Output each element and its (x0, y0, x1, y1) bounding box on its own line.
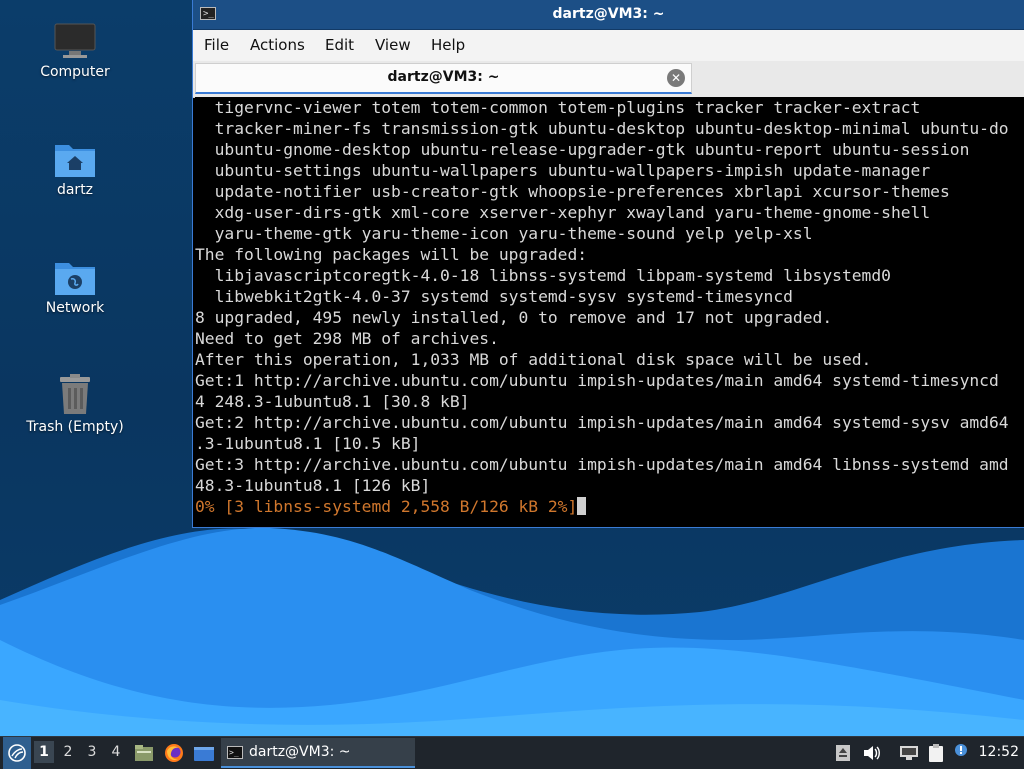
terminal-line: ubuntu-gnome-desktop ubuntu-release-upgr… (195, 140, 970, 159)
desktop-icon-label: Trash (Empty) (26, 419, 124, 435)
terminal-line: 48.3-1ubuntu8.1 [126 kB] (195, 476, 431, 495)
window-title: dartz@VM3: ~ (552, 6, 665, 22)
terminal-line: The following packages will be upgraded: (195, 245, 588, 264)
workspace-3[interactable]: 3 (82, 744, 102, 760)
terminal-line: xdg-user-dirs-gtk xml-core xserver-xephy… (195, 203, 931, 222)
desktop-icon-home[interactable]: dartz (20, 140, 130, 198)
tab-title: dartz@VM3: ~ (387, 69, 500, 85)
file-manager-icon[interactable] (134, 744, 154, 762)
desktop-icon-computer[interactable]: Computer (20, 22, 130, 80)
network-folder-icon (55, 263, 95, 295)
network-status-icon[interactable] (899, 744, 919, 762)
monitor-icon (54, 23, 96, 58)
clipboard-icon[interactable] (927, 743, 945, 763)
close-tab-icon[interactable]: ✕ (667, 69, 685, 87)
terminal-line: 4 248.3-1ubuntu8.1 [30.8 kB] (195, 392, 470, 411)
workspace-1[interactable]: 1 (34, 741, 54, 763)
taskbar-item-label: dartz@VM3: ~ (249, 744, 351, 760)
terminal-line: 8 upgraded, 495 newly installed, 0 to re… (195, 308, 833, 327)
menu-actions[interactable]: Actions (250, 36, 305, 54)
window-titlebar[interactable]: >_ dartz@VM3: ~ (193, 0, 1024, 30)
menu-help[interactable]: Help (431, 36, 465, 54)
taskbar: 1 2 3 4 >_ dartz@VM3: ~ 12:52 (0, 736, 1024, 769)
terminal-line: .3-1ubuntu8.1 [10.5 kB] (195, 434, 421, 453)
progress-line: 0% [3 libnss-systemd 2,558 B/126 kB 2%] (195, 497, 578, 516)
terminal-output[interactable]: tigervnc-viewer totem totem-common totem… (195, 97, 1024, 524)
clock[interactable]: 12:52 (979, 744, 1019, 760)
lubuntu-logo-icon (8, 744, 26, 762)
menu-edit[interactable]: Edit (325, 36, 354, 54)
desktop-icon-trash[interactable]: Trash (Empty) (20, 373, 130, 435)
desktop: Computer dartz Network Trash (Empty) >_ … (0, 0, 1024, 736)
terminal-line: Get:1 http://archive.ubuntu.com/ubuntu i… (195, 371, 999, 390)
terminal-line: Need to get 298 MB of archives. (195, 329, 499, 348)
home-folder-icon (55, 145, 95, 177)
terminal-app-icon: >_ (227, 746, 243, 759)
tab-terminal[interactable]: dartz@VM3: ~ ✕ (195, 63, 692, 94)
notification-icon[interactable] (953, 742, 969, 760)
terminal-line: libjavascriptcoregtk-4.0-18 libnss-syste… (195, 266, 891, 285)
terminal-line: Get:2 http://archive.ubuntu.com/ubuntu i… (195, 413, 1009, 432)
workspace-4[interactable]: 4 (106, 744, 126, 760)
terminal-cursor (577, 497, 587, 515)
menu-file[interactable]: File (204, 36, 229, 54)
volume-icon[interactable] (862, 744, 882, 762)
terminal-line: Get:3 http://archive.ubuntu.com/ubuntu i… (195, 455, 1009, 474)
workspace-2[interactable]: 2 (58, 744, 78, 760)
terminal-window[interactable]: >_ dartz@VM3: ~ File Actions Edit View H… (193, 0, 1024, 527)
menu-view[interactable]: View (375, 36, 411, 54)
terminal-line: After this operation, 1,033 MB of additi… (195, 350, 872, 369)
taskbar-item-terminal[interactable]: >_ dartz@VM3: ~ (221, 738, 415, 768)
desktop-icon-label: Network (45, 300, 105, 316)
desktop-icon-label: dartz (56, 182, 94, 198)
terminal-line: update-notifier usb-creator-gtk whoopsie… (195, 182, 950, 201)
start-menu-button[interactable] (3, 737, 31, 769)
terminal-line: libwebkit2gtk-4.0-37 systemd systemd-sys… (195, 287, 793, 306)
terminal-line: yaru-theme-gtk yaru-theme-icon yaru-them… (195, 224, 813, 243)
trash-icon (60, 374, 90, 414)
terminal-line: ubuntu-settings ubuntu-wallpapers ubuntu… (195, 161, 931, 180)
terminal-text: tigervnc-viewer totem totem-common totem… (195, 97, 1024, 517)
desktop-icon-label: Computer (40, 64, 110, 80)
show-desktop-icon[interactable] (193, 745, 215, 763)
desktop-icon-network[interactable]: Network (20, 258, 130, 316)
terminal-line: tigervnc-viewer totem totem-common totem… (195, 98, 921, 117)
menu-bar: File Actions Edit View Help (193, 30, 1024, 61)
tab-bar: dartz@VM3: ~ ✕ (193, 61, 1024, 98)
updates-icon[interactable] (835, 744, 851, 762)
terminal-line: tracker-miner-fs transmission-gtk ubuntu… (195, 119, 1009, 138)
firefox-icon[interactable] (164, 743, 184, 763)
